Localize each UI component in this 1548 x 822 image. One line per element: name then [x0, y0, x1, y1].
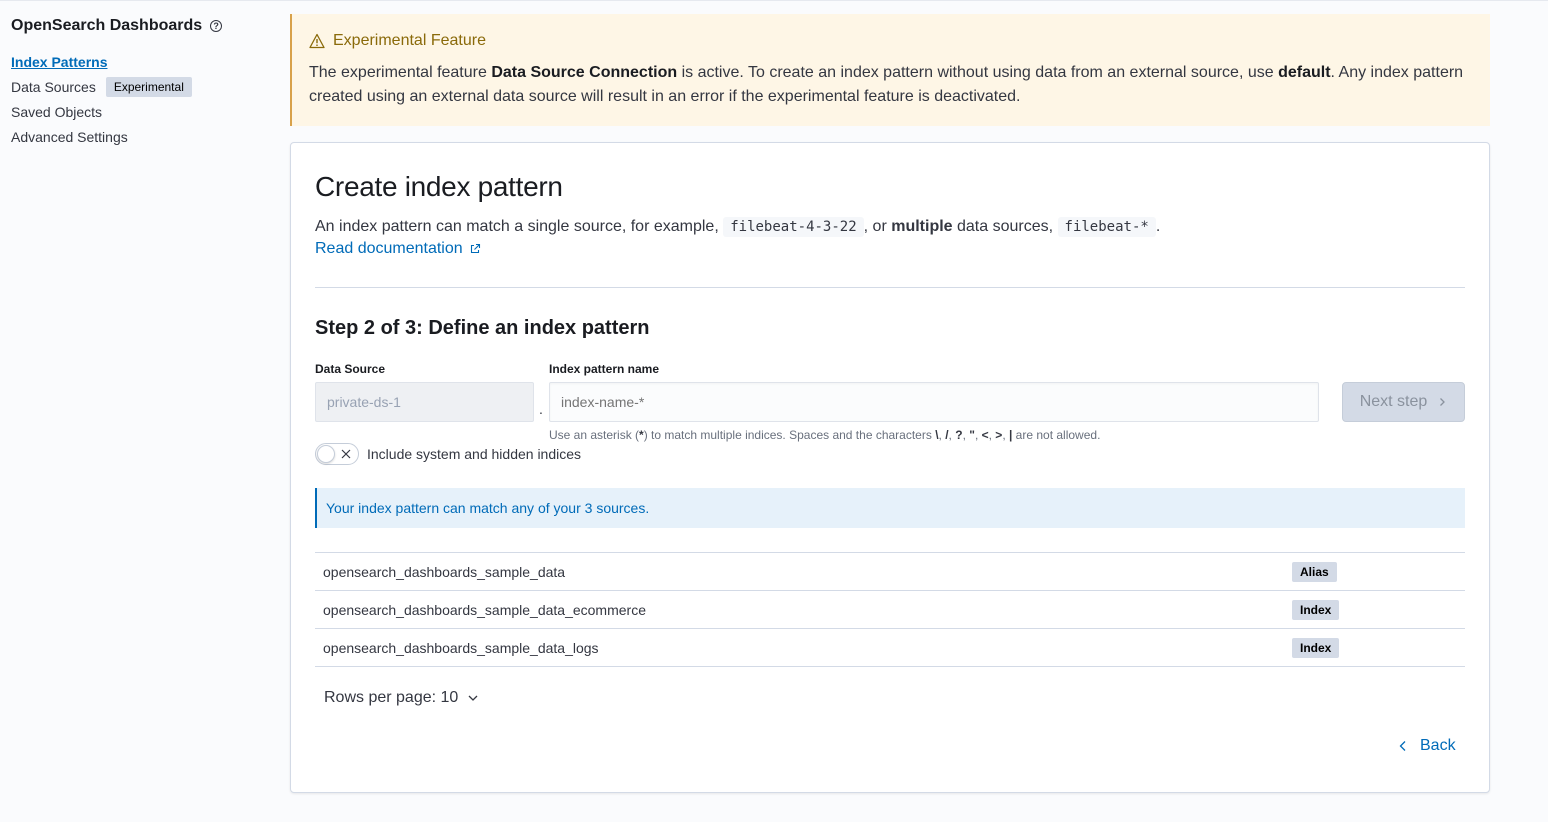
- top-border: [0, 0, 1548, 1]
- callout-text: is active. To create an index pattern wi…: [677, 64, 1279, 81]
- section-divider: [315, 287, 1465, 288]
- desc-text: An index pattern can match a single sour…: [315, 218, 724, 235]
- cross-icon: [340, 448, 352, 460]
- callout-title-text: Experimental Feature: [333, 32, 486, 49]
- data-source-field: [315, 382, 534, 422]
- doc-link-label: Read documentation: [315, 240, 463, 257]
- create-index-pattern-panel: Create index pattern An index pattern ca…: [290, 142, 1490, 793]
- help-text: Use an asterisk (: [549, 428, 640, 442]
- experimental-callout: Experimental Feature The experimental fe…: [290, 14, 1490, 126]
- include-hidden-label: Include system and hidden indices: [367, 446, 582, 462]
- sidebar-item-label: Index Patterns: [11, 53, 108, 70]
- help-char: ?: [955, 428, 963, 442]
- callout-feature-name: Data Source Connection: [491, 64, 678, 81]
- sidebar-item-index-patterns[interactable]: Index Patterns: [11, 49, 271, 74]
- source-type-cell: Alias: [1292, 561, 1465, 582]
- back-label: Back: [1420, 737, 1456, 754]
- help-sep: ,: [1002, 428, 1009, 442]
- table-row: opensearch_dashboards_sample_data Alias: [315, 553, 1465, 591]
- source-type-badge: Alias: [1292, 561, 1337, 582]
- field-separator: .: [539, 401, 543, 417]
- source-type-badge: Index: [1292, 599, 1340, 620]
- chevron-left-icon: [1398, 740, 1408, 752]
- callout-title: Experimental Feature: [309, 31, 1473, 51]
- next-step-label: Next step: [1359, 393, 1428, 410]
- data-source-label: Data Source: [315, 362, 386, 376]
- sidebar-item-label: Advanced Settings: [11, 128, 128, 145]
- read-documentation-link[interactable]: Read documentation: [315, 240, 481, 258]
- desc-text: data sources,: [952, 218, 1058, 235]
- table-row: opensearch_dashboards_sample_data_logs I…: [315, 629, 1465, 667]
- chevron-right-icon: [1437, 397, 1447, 407]
- toggle-knob: [317, 445, 335, 463]
- callout-text: The experimental feature: [309, 64, 492, 81]
- code-example-single: filebeat-4-3-22: [723, 217, 864, 237]
- help-icon[interactable]: ?: [210, 20, 223, 32]
- help-char: <: [981, 428, 989, 442]
- step-title: Step 2 of 3: Define an index pattern: [315, 317, 650, 339]
- source-name: opensearch_dashboards_sample_data_logs: [323, 639, 599, 656]
- page-description: An index pattern can match a single sour…: [315, 216, 1160, 238]
- code-example-multiple: filebeat-*: [1057, 217, 1156, 237]
- index-pattern-help-text: Use an asterisk (*) to match multiple in…: [549, 428, 1100, 442]
- match-info-callout: Your index pattern can match any of your…: [315, 488, 1465, 528]
- index-pattern-input[interactable]: [549, 382, 1319, 422]
- sources-table: opensearch_dashboards_sample_data Alias …: [315, 552, 1465, 667]
- sidebar-title-text: OpenSearch Dashboards: [11, 17, 203, 34]
- include-hidden-toggle-row: Include system and hidden indices: [315, 443, 581, 465]
- warning-icon: [309, 33, 325, 49]
- sidebar-item-saved-objects[interactable]: Saved Objects: [11, 99, 271, 124]
- callout-default-keyword: default: [1278, 64, 1331, 81]
- sidebar-title: OpenSearch Dashboards ?: [11, 16, 271, 36]
- callout-body: The experimental feature Data Source Con…: [309, 61, 1473, 109]
- rows-per-page-label: Rows per page: 10: [324, 689, 459, 706]
- experimental-badge: Experimental: [105, 76, 192, 97]
- rows-per-page-selector[interactable]: Rows per page: 10: [324, 689, 479, 707]
- match-info-text: Your index pattern can match any of your…: [326, 500, 650, 516]
- desc-text: , or: [863, 218, 892, 235]
- sidebar-item-advanced-settings[interactable]: Advanced Settings: [11, 124, 271, 149]
- help-text: ) to match multiple indices. Spaces and …: [643, 428, 936, 442]
- sidebar: OpenSearch Dashboards ? Index Patterns D…: [11, 16, 271, 149]
- sidebar-item-data-sources[interactable]: Data Sources Experimental: [11, 74, 271, 99]
- help-text: are not allowed.: [1012, 428, 1101, 442]
- help-sep: ,: [974, 428, 982, 442]
- include-hidden-toggle[interactable]: [315, 443, 359, 465]
- next-step-button[interactable]: Next step: [1342, 382, 1465, 422]
- table-row: opensearch_dashboards_sample_data_ecomme…: [315, 591, 1465, 629]
- sidebar-item-label: Saved Objects: [11, 103, 103, 120]
- back-button[interactable]: Back: [1398, 737, 1456, 755]
- desc-text: .: [1155, 218, 1161, 235]
- source-type-cell: Index: [1292, 637, 1465, 658]
- external-link-icon: [469, 243, 481, 255]
- source-type-cell: Index: [1292, 599, 1465, 620]
- source-type-badge: Index: [1292, 637, 1340, 658]
- desc-bold: multiple: [891, 218, 953, 235]
- source-name: opensearch_dashboards_sample_data_ecomme…: [323, 601, 646, 618]
- index-pattern-label: Index pattern name: [549, 362, 660, 376]
- page-title: Create index pattern: [315, 171, 563, 202]
- sidebar-nav: Index Patterns Data Sources Experimental…: [11, 49, 271, 149]
- source-name: opensearch_dashboards_sample_data: [323, 563, 566, 580]
- sidebar-item-label: Data Sources: [11, 78, 96, 95]
- chevron-down-icon: [467, 692, 479, 704]
